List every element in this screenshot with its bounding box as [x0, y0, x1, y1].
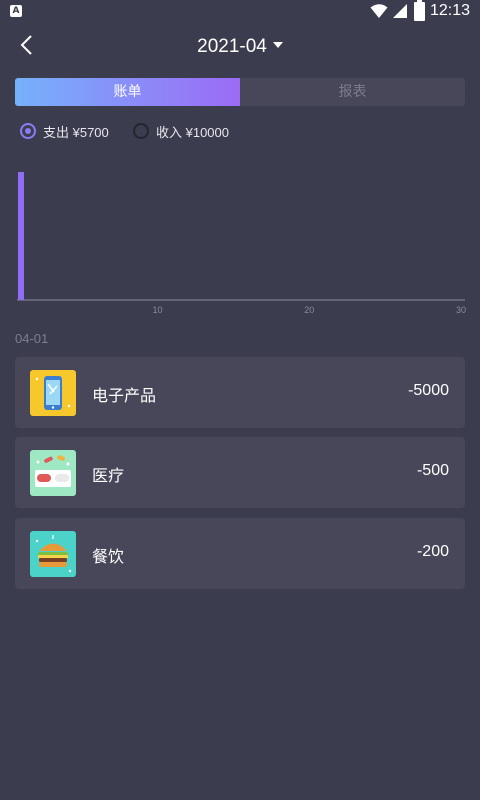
category-name: 电子产品 — [92, 386, 157, 405]
tab-bills[interactable]: 账单 — [15, 78, 240, 106]
category-name: 餐饮 — [92, 547, 125, 566]
radio-income[interactable]: 收入 ¥10000 — [133, 121, 229, 141]
tab-bar: 账单 报表 — [15, 78, 465, 106]
x-tick-label: 10 — [153, 305, 163, 315]
x-tick-label: 20 — [304, 305, 314, 315]
month-selector[interactable]: 2021-04 — [0, 36, 480, 58]
wifi-icon — [370, 4, 388, 18]
signal-icon — [393, 4, 407, 18]
medical-pills-icon — [30, 450, 76, 496]
status-time: 12:13 — [430, 2, 471, 19]
radio-expense[interactable]: 支出 ¥5700 — [20, 121, 109, 141]
x-tick-label: 30 — [456, 305, 466, 315]
chart-bar — [18, 172, 24, 300]
radio-checked-icon — [20, 123, 36, 139]
status-bar: A 12:13 — [0, 0, 480, 24]
notification-icon: A — [10, 5, 22, 17]
tab-reports[interactable]: 报表 — [240, 78, 465, 106]
battery-icon — [414, 0, 425, 21]
list-item[interactable]: 电子产品 -5000 — [15, 357, 465, 428]
radio-expense-label: 支出 ¥5700 — [43, 124, 109, 140]
amount: -5000 — [408, 382, 449, 399]
top-bar: 2021-04 — [0, 24, 480, 72]
month-title: 2021-04 — [197, 36, 267, 57]
electronics-phone-icon — [30, 370, 76, 416]
amount: -500 — [416, 462, 449, 479]
amount: -200 — [416, 543, 449, 560]
radio-income-label: 收入 ¥10000 — [156, 124, 229, 140]
caret-down-icon — [272, 41, 283, 48]
date-header: 04-01 — [15, 331, 49, 346]
daily-spending-chart: 10 20 30 — [17, 172, 466, 315]
list-item[interactable]: 医疗 -500 — [15, 437, 465, 508]
radio-unchecked-icon — [133, 123, 149, 139]
list-item[interactable]: 餐饮 -200 — [15, 518, 465, 589]
category-name: 医疗 — [92, 466, 125, 485]
food-burger-icon — [30, 531, 76, 577]
